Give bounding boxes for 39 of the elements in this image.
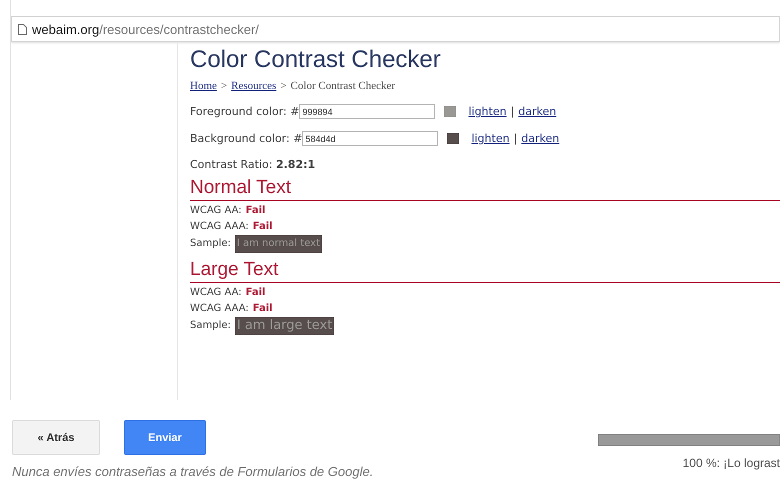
darken-link[interactable]: darken <box>518 105 556 118</box>
lighten-link[interactable]: lighten <box>468 105 507 118</box>
sample-label: Sample: <box>190 237 231 251</box>
link-separator: | <box>510 105 514 118</box>
submit-button[interactable]: Enviar <box>124 420 206 455</box>
breadcrumb-link[interactable]: Resources <box>231 80 276 92</box>
result-value: Fail <box>252 220 273 234</box>
breadcrumb-separator: > <box>220 80 228 92</box>
lighten-link[interactable]: lighten <box>471 132 510 145</box>
sample-text: I am normal text <box>234 235 322 253</box>
color-swatch <box>447 133 460 144</box>
back-button[interactable]: « Atrás <box>12 420 100 455</box>
address-bar[interactable]: webaim.org/resources/contrastchecker/ <box>11 16 780 42</box>
darken-link[interactable]: darken <box>521 132 560 145</box>
result-label: WCAG AAA: <box>190 302 249 316</box>
sample-text: I am large text <box>234 317 334 335</box>
result-value: Fail <box>246 286 266 300</box>
breadcrumb-current: Color Contrast Checker <box>290 80 396 92</box>
field-label: Background color: # <box>190 132 302 145</box>
progress-text: 100 %: ¡Lo lograst <box>682 456 780 470</box>
breadcrumb-link[interactable]: Home <box>190 80 217 92</box>
color-input[interactable]: 584d4d <box>302 131 438 146</box>
breadcrumb-separator: > <box>280 80 287 92</box>
field-label: Foreground color: # <box>190 105 300 118</box>
section-heading: Normal Text <box>190 177 780 201</box>
contrast-ratio: Contrast Ratio: 2.82:1 <box>190 158 316 171</box>
result-label: WCAG AA: <box>190 204 242 218</box>
page-icon <box>18 24 27 34</box>
notice-text: Nunca envíes contraseñas a través de Formularios de Google. <box>12 464 374 479</box>
section-heading: Large Text <box>190 259 780 283</box>
color-input[interactable]: 999894 <box>299 104 436 119</box>
color-swatch <box>444 106 456 117</box>
sample-label: Sample: <box>190 319 231 333</box>
result-label: WCAG AAA: <box>190 220 249 234</box>
result-value: Fail <box>252 302 273 316</box>
link-separator: | <box>514 132 518 145</box>
page-title: Color Contrast Checker <box>190 46 442 74</box>
result-value: Fail <box>246 204 266 218</box>
result-label: WCAG AA: <box>190 286 242 300</box>
